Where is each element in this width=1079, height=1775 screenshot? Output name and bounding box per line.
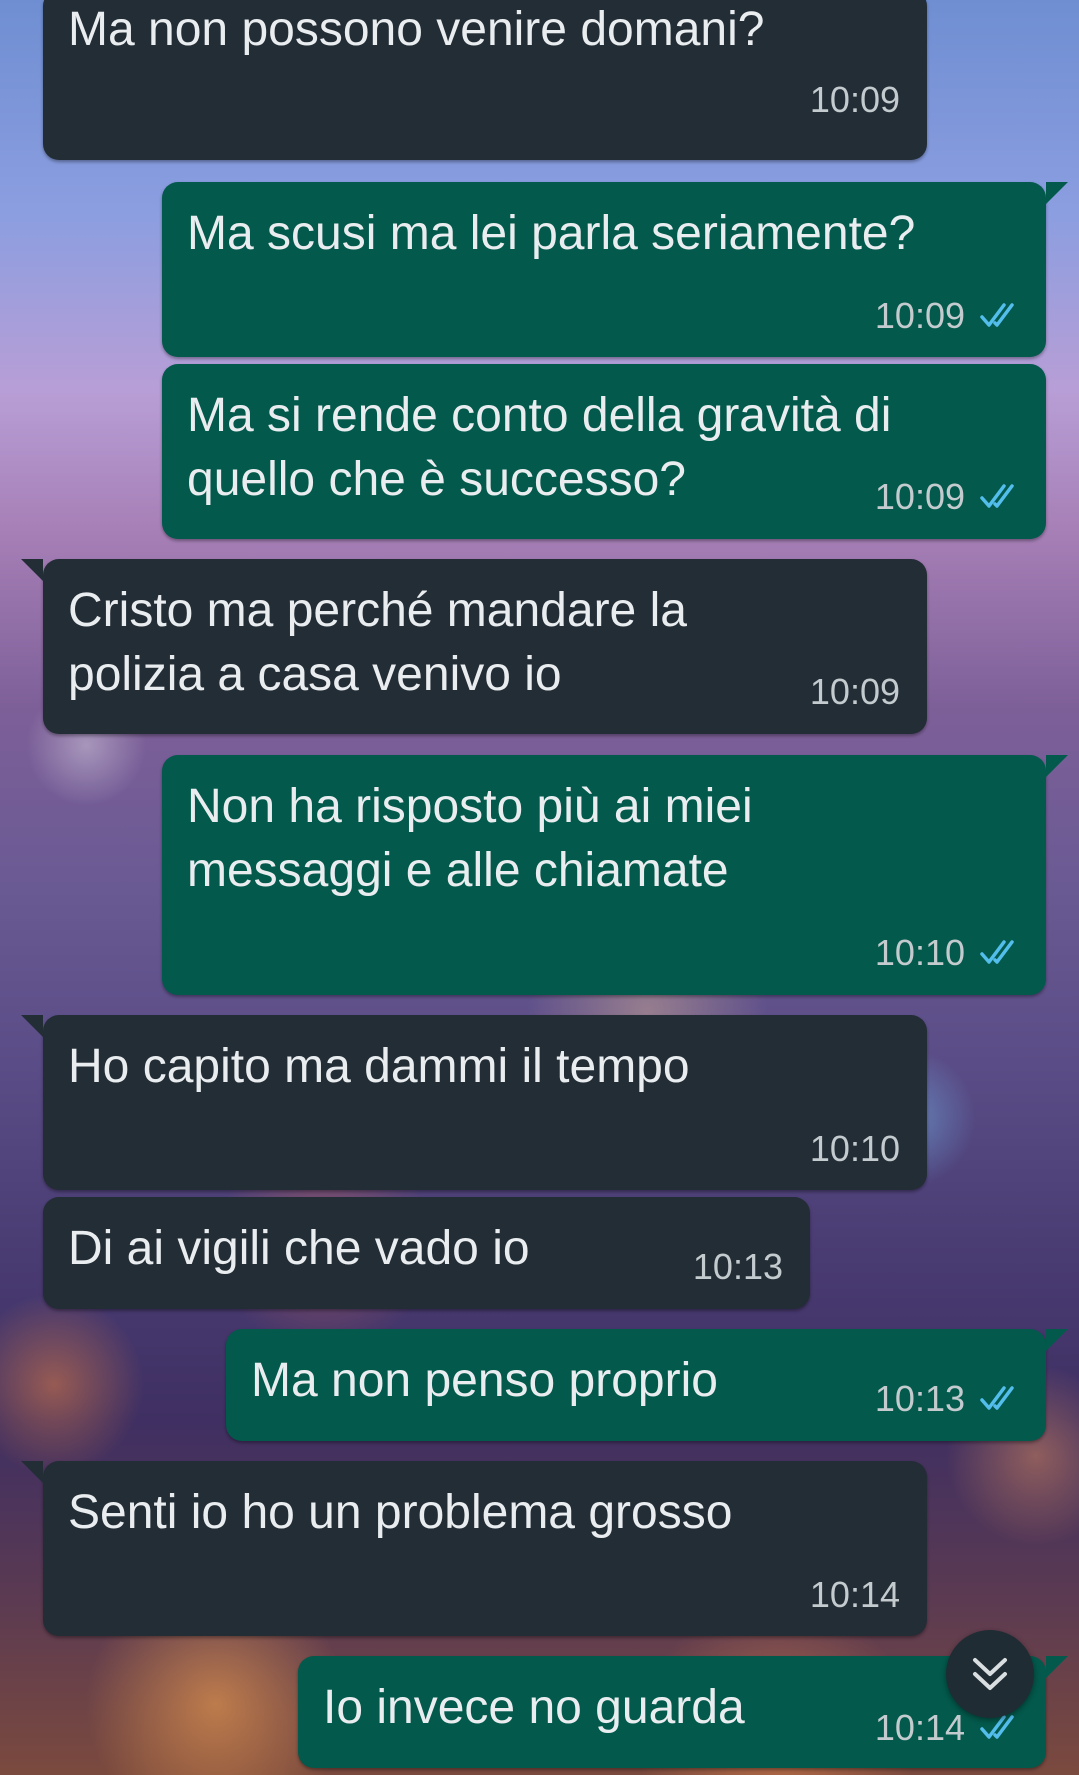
message-time: 10:09 [809, 671, 900, 712]
message-time: 10:10 [874, 932, 965, 973]
double-check-icon [980, 303, 1014, 327]
message-time: 10:10 [809, 1128, 900, 1169]
message-text: Ho capito ma dammi il tempo [68, 1040, 690, 1093]
message-bubble-incoming[interactable]: Ma non possono venire domani? 10:09 [43, 0, 927, 160]
message-text: Ma scusi ma lei parla seriamente? [187, 207, 916, 260]
message-time: 10:09 [809, 79, 900, 120]
message-bubble-incoming[interactable]: Ho capito ma dammi il tempo 10:10 [21, 1015, 927, 1190]
message-bubble-outgoing[interactable]: Non ha risposto più ai miei messaggi e a… [162, 755, 1068, 995]
double-check-icon [980, 940, 1014, 964]
message-time: 10:13 [874, 1378, 965, 1419]
message-text: Cristo ma perché mandare la [68, 584, 687, 637]
scroll-to-bottom-button[interactable] [946, 1630, 1034, 1718]
message-text: Senti io ho un problema grosso [68, 1486, 733, 1539]
message-bubble-incoming[interactable]: Cristo ma perché mandare la polizia a ca… [21, 559, 927, 734]
message-text: Io invece no guarda [323, 1681, 745, 1734]
message-text: Ma si rende conto della gravità di [187, 389, 892, 442]
message-time: 10:09 [874, 295, 965, 336]
message-time: 10:09 [874, 476, 965, 517]
double-check-icon [980, 1386, 1014, 1410]
message-text: Ma non penso proprio [251, 1354, 718, 1407]
message-bubble-outgoing[interactable]: Io invece no guarda 10:14 [298, 1656, 1068, 1768]
message-text: Ma non possono venire domani? [68, 3, 765, 56]
message-text: polizia a casa venivo io [68, 648, 562, 701]
message-bubble-outgoing[interactable]: Ma si rende conto della gravità di quell… [162, 364, 1046, 539]
message-text: Di ai vigili che vado io [68, 1222, 530, 1275]
message-time: 10:13 [692, 1246, 783, 1287]
message-bubble-outgoing[interactable]: Ma non penso proprio 10:13 [226, 1329, 1068, 1441]
message-time: 10:14 [809, 1574, 900, 1615]
message-text: Non ha risposto più ai miei [187, 780, 753, 833]
message-bubble-incoming[interactable]: Di ai vigili che vado io 10:13 [43, 1197, 810, 1309]
chevron-double-down-icon [973, 1658, 1007, 1690]
message-text: messaggi e alle chiamate [187, 844, 729, 897]
double-check-icon [980, 484, 1014, 508]
message-bubble-incoming[interactable]: Senti io ho un problema grosso 10:14 [21, 1461, 927, 1636]
message-text: quello che è successo? [187, 453, 686, 506]
message-bubble-outgoing[interactable]: Ma scusi ma lei parla seriamente? 10:09 [162, 182, 1068, 357]
